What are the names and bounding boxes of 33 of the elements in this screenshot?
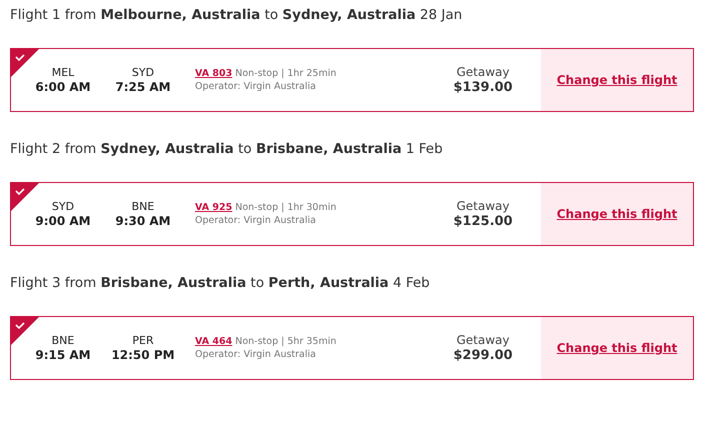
change-flight-link[interactable]: Change this flight [556,207,678,221]
airport-code: SYD [52,200,74,214]
departure-time: 6:00 AM [35,80,91,94]
operator-text: Operator: Virgin Australia [195,214,317,227]
airport-code: MEL [52,66,74,80]
fare-price: $125.00 [453,214,513,230]
fare-price: $139.00 [453,80,513,96]
flight-summary: Non-stop | 5hr 35min [235,336,336,347]
flight-heading: Flight 1 from Melbourne, Australia to Sydney, Australia 28 Jan [10,6,464,25]
fare-name: Getaway [456,198,510,214]
flight-number-link[interactable]: VA 803 [195,68,232,79]
airport-code: BNE [52,334,74,348]
flight-heading: Flight 3 from Brisbane, Australia to Perth, Australia 4 Feb [10,274,431,293]
airport-code: PER [132,334,154,348]
fare-name: Getaway [456,64,510,80]
change-flight-link[interactable]: Change this flight [556,73,678,87]
operator-text: Operator: Virgin Australia [195,80,317,93]
fare-price: $299.00 [453,348,513,364]
flight-number-link[interactable]: VA 925 [195,202,232,213]
airport-code: SYD [132,66,154,80]
departure-time: 9:15 AM [35,348,91,362]
airport-code: BNE [132,200,154,214]
fare-name: Getaway [456,332,510,348]
arrival-time: 12:50 PM [111,348,175,362]
flight-heading: Flight 2 from Sydney, Australia to Brisbane, Australia 1 Feb [10,140,444,159]
flight-number-link[interactable]: VA 464 [195,336,232,347]
operator-text: Operator: Virgin Australia [195,348,317,361]
flight-summary: Non-stop | 1hr 30min [235,202,336,213]
departure-time: 9:00 AM [35,214,91,228]
change-flight-link[interactable]: Change this flight [556,341,678,355]
arrival-time: 9:30 AM [115,214,171,228]
flight-summary: Non-stop | 1hr 25min [235,68,336,79]
arrival-time: 7:25 AM [115,80,171,94]
